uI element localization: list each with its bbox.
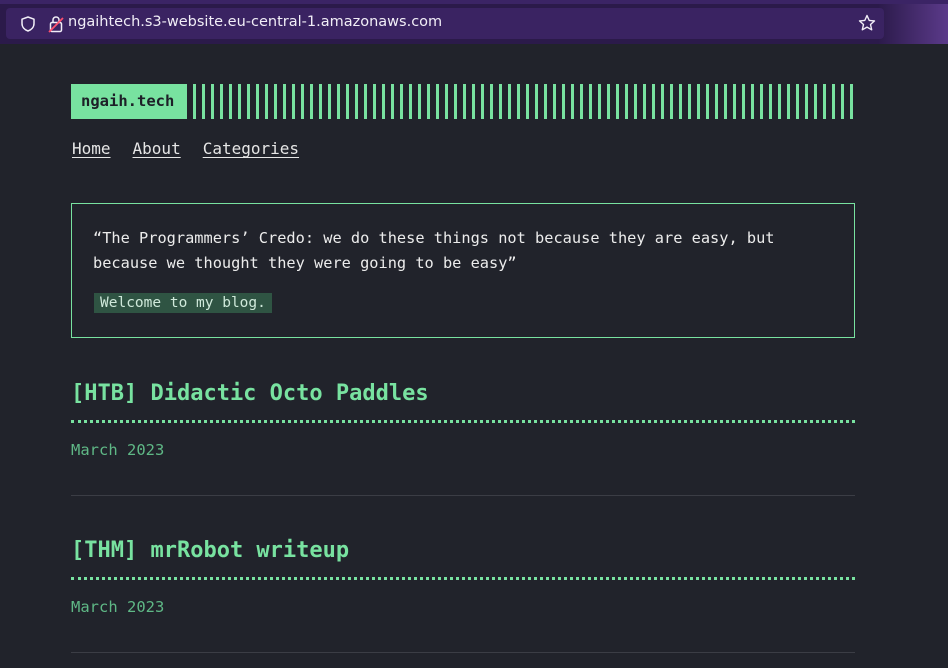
nav-home-link[interactable]: Home <box>71 139 111 158</box>
insecure-lock-icon[interactable] <box>48 15 64 33</box>
post-date: March 2023 <box>71 441 165 459</box>
page-content: ngaih.tech Home About Categories “The Pr… <box>71 84 855 653</box>
bookmark-star-icon[interactable] <box>858 14 876 32</box>
address-bar[interactable]: ngaihtech.s3-website.eu-central-1.amazon… <box>6 8 884 39</box>
nav-about-link[interactable]: About <box>132 139 181 158</box>
site-header: ngaih.tech <box>71 84 855 119</box>
welcome-text: Welcome to my blog. <box>94 293 272 313</box>
url-text[interactable]: ngaihtech.s3-website.eu-central-1.amazon… <box>68 14 442 30</box>
post-title-link[interactable]: [THM] mrRobot writeup <box>71 537 855 580</box>
post-title-link[interactable]: [HTB] Didactic Octo Paddles <box>71 380 855 423</box>
post-item: [THM] mrRobot writeup March 2023 <box>71 537 855 653</box>
intro-quote: “The Programmers’ Credo: we do these thi… <box>93 229 775 272</box>
post-date: March 2023 <box>71 598 165 616</box>
shield-icon[interactable] <box>20 16 36 32</box>
header-stripes <box>193 84 855 119</box>
browser-toolbar: ngaihtech.s3-website.eu-central-1.amazon… <box>0 0 948 44</box>
site-logo[interactable]: ngaih.tech <box>71 84 188 119</box>
intro-box: “The Programmers’ Credo: we do these thi… <box>71 203 855 338</box>
main-nav: Home About Categories <box>71 139 855 158</box>
post-item: [HTB] Didactic Octo Paddles March 2023 <box>71 380 855 496</box>
nav-categories-link[interactable]: Categories <box>202 139 299 158</box>
